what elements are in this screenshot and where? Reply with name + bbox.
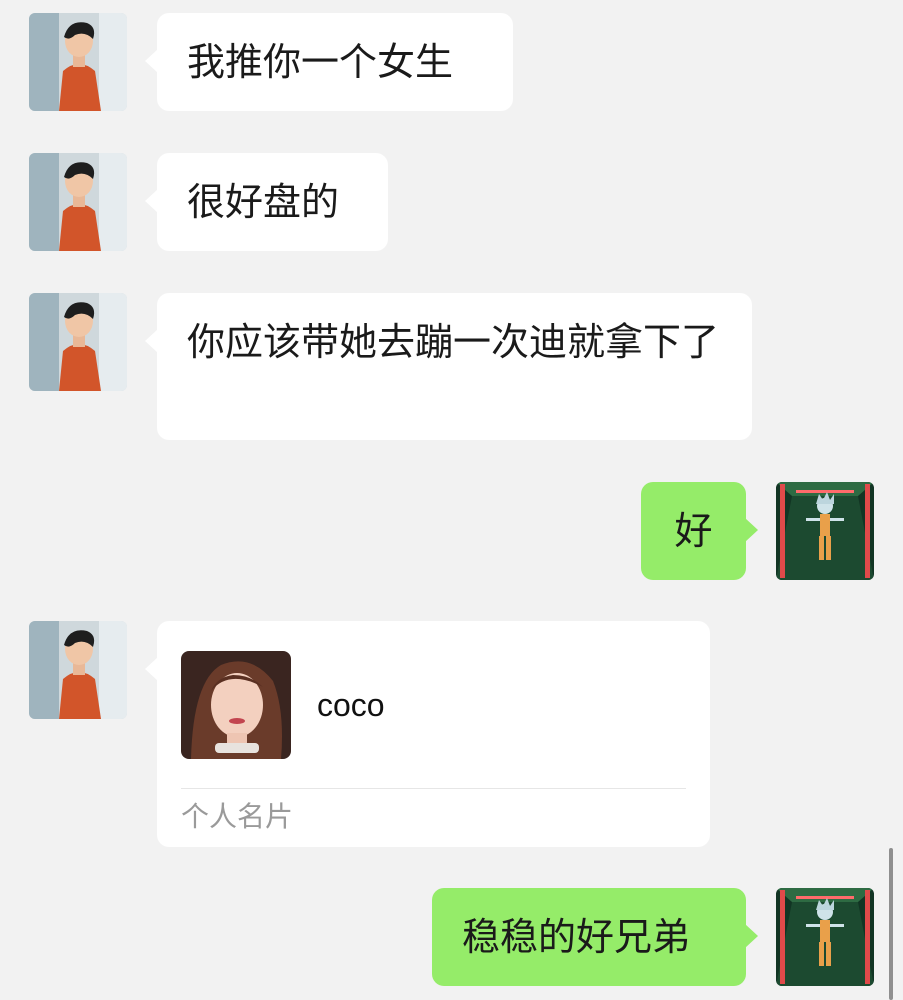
message-bubble-sent[interactable]: 稳稳的好兄弟 [432, 888, 758, 986]
contact-card-name: coco [317, 687, 385, 723]
contact-profile-photo [181, 651, 291, 759]
friend-avatar[interactable] [29, 621, 127, 719]
message-bubble-received[interactable]: 很好盘的 [145, 153, 388, 251]
contact-card[interactable]: coco 个人名片 [145, 621, 710, 847]
cartoon-character-avatar [776, 482, 874, 580]
my-avatar[interactable] [776, 888, 874, 986]
friend-avatar[interactable] [29, 293, 127, 391]
friend-avatar[interactable] [29, 13, 127, 111]
contact-card-label: 个人名片 [181, 800, 294, 833]
message-text: 我推你一个女生 [187, 40, 454, 84]
friend-avatar-photo [29, 621, 127, 719]
message-text: 很好盘的 [187, 180, 340, 224]
friend-avatar-photo [29, 13, 127, 111]
friend-avatar[interactable] [29, 153, 127, 251]
card-divider [181, 788, 686, 789]
scrollbar[interactable] [889, 848, 893, 1000]
friend-avatar-photo [29, 293, 127, 391]
my-avatar[interactable] [776, 482, 874, 580]
cartoon-character-avatar [776, 888, 874, 986]
message-text: 你应该带她去蹦一次迪就拿下了 [187, 320, 720, 364]
message-bubble-received[interactable]: 你应该带她去蹦一次迪就拿下了 [145, 293, 752, 440]
friend-avatar-photo [29, 153, 127, 251]
message-bubble-sent[interactable]: 好 [641, 482, 758, 580]
message-bubble-received[interactable]: 我推你一个女生 [145, 13, 513, 111]
message-text: 稳稳的好兄弟 [462, 915, 691, 959]
message-text: 好 [674, 509, 713, 553]
contact-card-photo [181, 651, 291, 759]
